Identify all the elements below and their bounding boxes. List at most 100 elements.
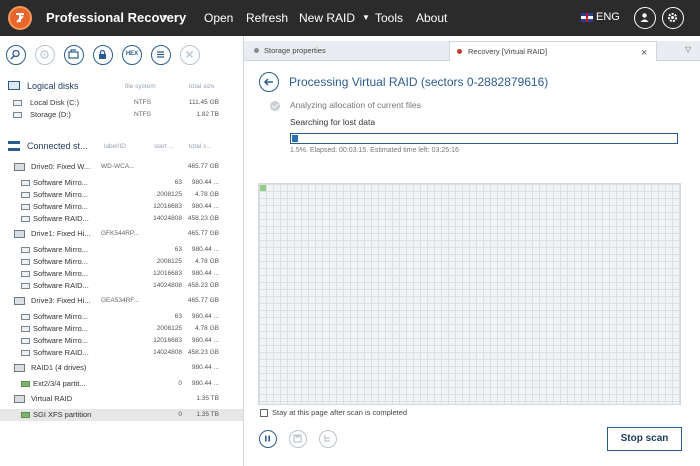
scan-progress-bar — [290, 133, 678, 144]
storage-name: Virtual RAID — [31, 394, 73, 403]
storage-drive-row[interactable]: Drive0: Fixed W... WD-WCA... 465.77 GB — [0, 161, 243, 173]
storage-name: SGI XFS partition — [33, 410, 92, 419]
storage-size: 4.78 GB — [195, 191, 219, 198]
storage-start: 12016683 — [153, 270, 182, 277]
step-analyzing: Analyzing allocation of current files — [290, 100, 421, 110]
partition-row[interactable]: Software RAID... 14024808 458.23 GB — [0, 213, 243, 225]
stay-on-page-checkbox[interactable] — [260, 409, 268, 417]
partition-icon — [21, 283, 30, 289]
menu-tools[interactable]: Tools — [375, 11, 403, 25]
partition-icon — [21, 314, 30, 320]
partition-row[interactable]: Software RAID... 14024808 458.23 GB — [0, 347, 243, 359]
menu-refresh[interactable]: Refresh — [246, 11, 288, 25]
top-bar: Professional Recovery ▼ Open Refresh New… — [0, 0, 700, 36]
partition-row[interactable]: Software Mirro... 2008125 4.78 GB — [0, 323, 243, 335]
menu-about[interactable]: About — [416, 11, 447, 25]
storage-start: 12016683 — [153, 337, 182, 344]
partition-row[interactable]: Software Mirro... 63 980.44 ... — [0, 244, 243, 256]
storage-start: 14024808 — [153, 215, 182, 222]
logical-disks-title: Logical disks — [27, 81, 79, 91]
partition-icon — [21, 259, 30, 265]
partition-row[interactable]: Software RAID... 14024808 458.23 GB — [0, 280, 243, 292]
user-account-button[interactable] — [634, 7, 656, 29]
partition-icon — [21, 192, 30, 198]
raid-row[interactable]: RAID1 (4 drives) 980.44 ... — [0, 362, 243, 374]
create-image-button[interactable] — [64, 45, 84, 65]
storage-size: 4.78 GB — [195, 258, 219, 265]
elapsed-status: 1.5%. Elapsed: 00:03:15. Estimated time … — [290, 147, 459, 154]
raid-row[interactable]: Virtual RAID 1.35 TB — [0, 393, 243, 405]
storage-name: Software Mirro... — [33, 336, 89, 345]
storage-size: 980.44 ... — [191, 203, 219, 210]
stop-scan-button[interactable]: Stop scan — [607, 427, 682, 451]
storage-start: 63 — [174, 179, 182, 186]
scan-log-button[interactable] — [319, 430, 337, 448]
disk-file-system: NTFS — [134, 111, 151, 118]
partition-row[interactable]: Software Mirro... 2008125 4.78 GB — [0, 256, 243, 268]
disk-name: Local Disk (C:) — [30, 98, 80, 107]
storage-drive-row[interactable]: Drive3: Fixed Hi... GEA534RF... 465.77 GB — [0, 295, 243, 307]
save-icon — [293, 434, 302, 443]
sector-map-scanned-block — [260, 185, 266, 191]
language-selector[interactable]: ENG — [596, 11, 620, 23]
close-storage-button[interactable] — [180, 45, 200, 65]
partition-icon — [21, 180, 30, 186]
storage-name: Software Mirro... — [33, 190, 89, 199]
tab-storage-properties[interactable]: Storage properties — [250, 41, 448, 61]
pause-button[interactable] — [259, 430, 277, 448]
storage-start: 2008125 — [156, 191, 182, 198]
column-total-size: total size — [189, 83, 215, 90]
partition-icon — [21, 204, 30, 210]
storage-size: 465.77 GB — [187, 230, 219, 237]
storage-size: 458.23 GB — [187, 349, 219, 356]
tab-recovery-virtual-raid[interactable]: Recovery [Virtual RAID] × — [449, 41, 657, 61]
tools-dropdown-icon[interactable]: ▼ — [362, 13, 370, 22]
disk-size: 1.82 TB — [196, 111, 219, 118]
back-button[interactable] — [259, 72, 279, 92]
menu-open[interactable]: Open — [204, 11, 233, 25]
partition-row[interactable]: Ext2/3/4 partit... 0 980.44 ... — [0, 378, 243, 390]
storage-name: Software Mirro... — [33, 245, 89, 254]
partition-row[interactable]: SGI XFS partition 0 1.35 TB — [0, 409, 243, 421]
storage-name: Drive1: Fixed Hi... — [31, 229, 91, 238]
app-menu-dropdown-icon[interactable]: ▼ — [161, 13, 169, 22]
app-logo-icon — [8, 6, 32, 30]
step-done-check-icon — [270, 101, 280, 111]
partition-row[interactable]: Software Mirro... 63 980.44 ... — [0, 311, 243, 323]
storage-drive-row[interactable]: Drive1: Fixed Hi... GFK544RP... 465.77 GB — [0, 228, 243, 240]
uk-flag-icon[interactable] — [581, 13, 593, 22]
disk-size: 111.45 GB — [188, 99, 219, 106]
menu-new-raid[interactable]: New RAID — [299, 11, 355, 25]
storage-start: 2008125 — [156, 258, 182, 265]
save-scan-button[interactable] — [289, 430, 307, 448]
hard-drive-icon — [14, 364, 25, 372]
storage-name: Software Mirro... — [33, 312, 89, 321]
storage-start: 0 — [178, 411, 182, 418]
storage-size: 465.77 GB — [187, 163, 219, 170]
storage-name: RAID1 (4 drives) — [31, 363, 87, 372]
lock-button[interactable] — [93, 45, 113, 65]
partition-row[interactable]: Software Mirro... 12016683 980.44 ... — [0, 201, 243, 213]
list-icon — [157, 51, 164, 58]
partition-icon — [21, 326, 30, 332]
partition-row[interactable]: Software Mirro... 12016683 980.44 ... — [0, 268, 243, 280]
search-button[interactable] — [6, 45, 26, 65]
partition-row[interactable]: Software Mirro... 63 980.44 ... — [0, 177, 243, 189]
storage-name: Software Mirro... — [33, 269, 89, 278]
scan-button[interactable] — [35, 45, 55, 65]
partition-row[interactable]: Software Mirro... 2008125 4.78 GB — [0, 189, 243, 201]
storage-name: Software RAID... — [33, 214, 89, 223]
logical-disk-row[interactable]: Storage (D:) NTFS 1.82 TB — [0, 109, 243, 121]
tab-bar: Storage properties Recovery [Virtual RAI… — [244, 41, 700, 61]
tab-list-chevron-icon[interactable]: ▽ — [685, 45, 691, 54]
hex-viewer-button[interactable]: HEX — [122, 45, 142, 65]
logical-disk-row[interactable]: Local Disk (C:) NTFS 111.45 GB — [0, 97, 243, 109]
column-file-system: file system — [125, 83, 156, 90]
partition-row[interactable]: Software Mirro... 12016683 980.44 ... — [0, 335, 243, 347]
properties-button[interactable] — [151, 45, 171, 65]
computer-icon — [8, 81, 20, 90]
close-icon — [186, 51, 193, 58]
settings-button[interactable] — [662, 7, 684, 29]
close-tab-icon[interactable]: × — [641, 44, 647, 63]
storage-name: Software Mirro... — [33, 257, 89, 266]
